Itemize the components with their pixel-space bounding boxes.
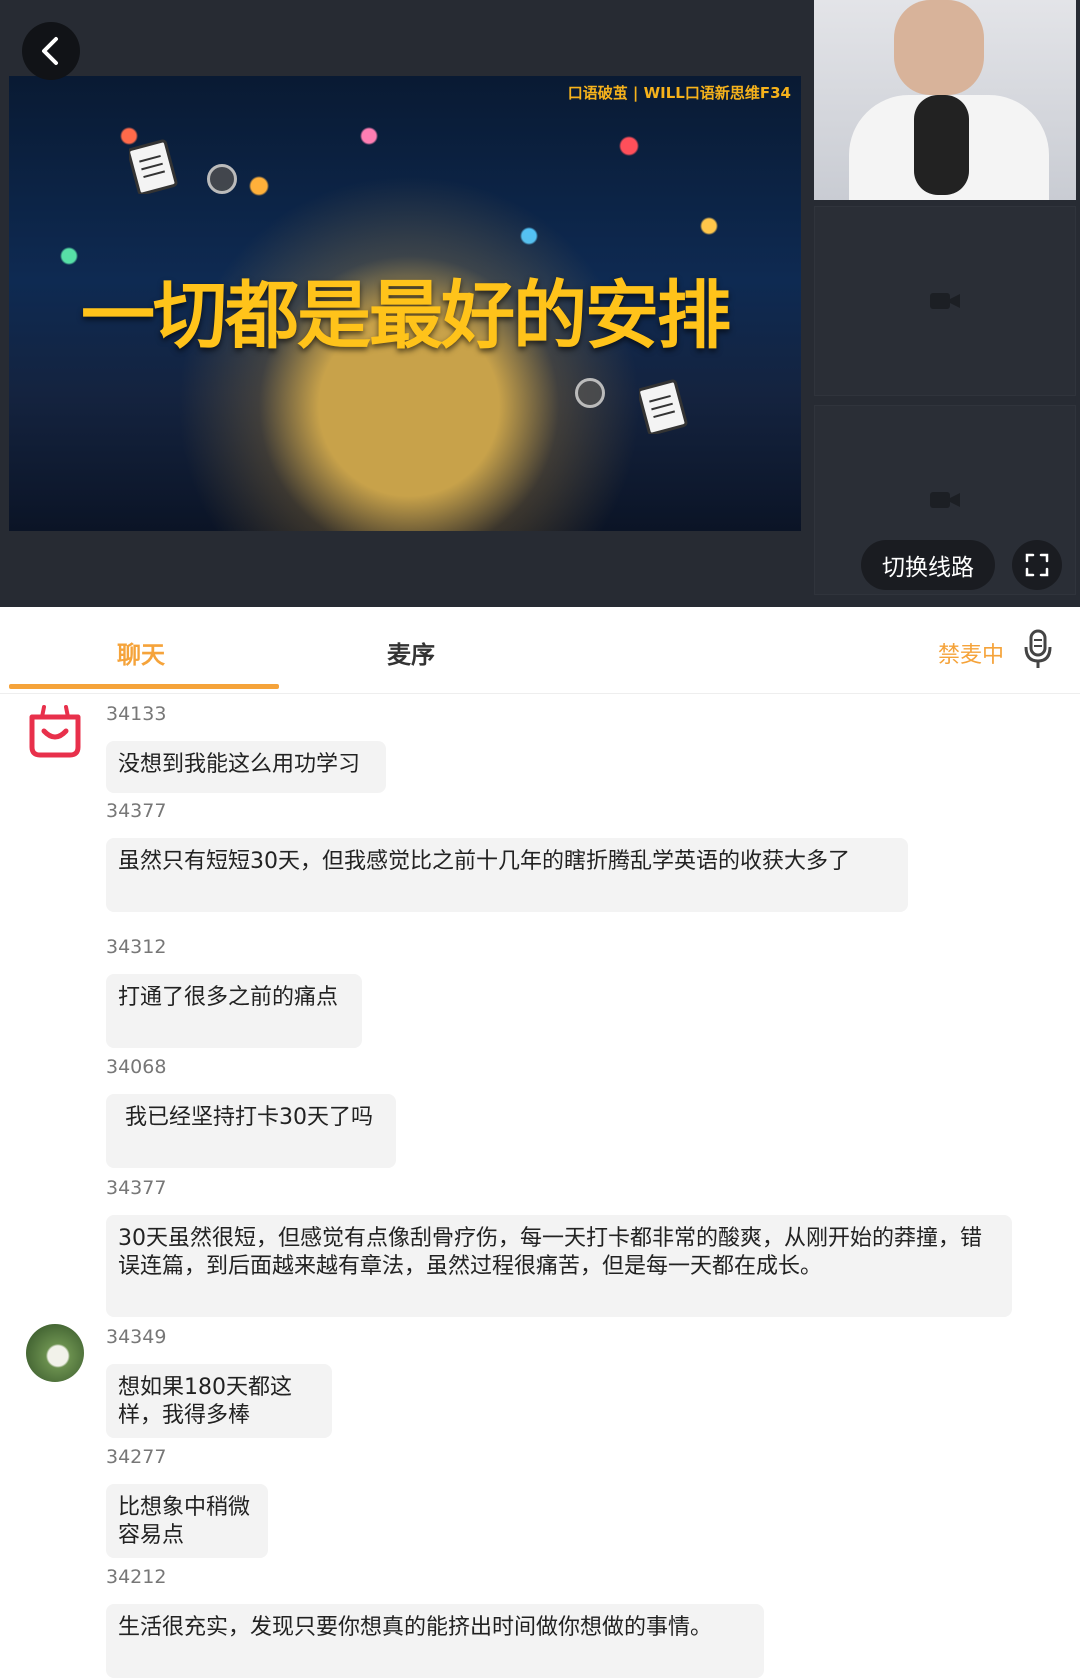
notepad-icon bbox=[129, 139, 178, 194]
microphone-icon[interactable] bbox=[1022, 629, 1054, 669]
fullscreen-icon bbox=[1025, 553, 1049, 577]
avatar[interactable] bbox=[26, 703, 84, 761]
message-bubble: 打通了很多之前的痛点 bbox=[106, 974, 362, 1048]
chat-list[interactable]: 34133 没想到我能这么用功学习 34377 虽然只有短短30天，但我感觉比之… bbox=[0, 693, 1080, 1678]
slide-logo: 口语破茧 | WILL口语新思维F34 bbox=[567, 84, 791, 102]
notepad-icon bbox=[639, 379, 688, 434]
video-slot[interactable] bbox=[814, 206, 1076, 396]
message-bubble: 生活很充实，发现只要你想真的能挤出时间做你想做的事情。 bbox=[106, 1604, 764, 1678]
record-dot-icon bbox=[207, 164, 237, 194]
slide-video[interactable]: 口语破茧 | WILL口语新思维F34 一切都是最好的安排 bbox=[9, 76, 801, 531]
message-username: 34212 bbox=[106, 1566, 167, 1588]
fullscreen-button[interactable] bbox=[1012, 540, 1062, 590]
mute-status: 禁麦中 bbox=[938, 643, 1005, 668]
active-tab-indicator bbox=[9, 684, 279, 689]
message-username: 34133 bbox=[106, 703, 167, 725]
message-bubble: 想如果180天都这样，我得多棒 bbox=[106, 1364, 332, 1438]
message-bubble: 我已经坚持打卡30天了吗 bbox=[106, 1094, 396, 1168]
slide-title: 一切都是最好的安排 bbox=[81, 273, 731, 359]
message-bubble: 比想象中稍微容易点 bbox=[106, 1484, 268, 1558]
shopping-bag-icon bbox=[29, 705, 81, 758]
tab-chat[interactable]: 聊天 bbox=[117, 635, 165, 670]
message-bubble: 虽然只有短短30天，但我感觉比之前十几年的瞎折腾乱学英语的收获大多了 bbox=[106, 838, 908, 912]
tab-mic-order[interactable]: 麦序 bbox=[387, 635, 435, 670]
message-bubble: 没想到我能这么用功学习 bbox=[106, 741, 386, 793]
message-username: 34312 bbox=[106, 936, 167, 958]
message-username: 34277 bbox=[106, 1446, 167, 1468]
record-dot-icon bbox=[575, 378, 605, 408]
back-button[interactable] bbox=[22, 22, 80, 80]
message-username: 34377 bbox=[106, 800, 167, 822]
avatar[interactable] bbox=[26, 1324, 84, 1382]
teacher-video[interactable] bbox=[814, 0, 1076, 200]
chevron-left-icon bbox=[42, 37, 58, 65]
video-area: 口语破茧 | WILL口语新思维F34 一切都是最好的安排 切换线路 bbox=[0, 0, 1080, 607]
message-bubble: 30天虽然很短，但感觉有点像刮骨疗伤，每一天打卡都非常的酸爽，从刚开始的莽撞，错… bbox=[106, 1215, 1012, 1317]
camera-icon bbox=[930, 293, 960, 309]
message-username: 34349 bbox=[106, 1326, 167, 1348]
tab-bar: 聊天 麦序 禁麦中 bbox=[0, 607, 1080, 694]
message-username: 34068 bbox=[106, 1056, 167, 1078]
switch-line-button[interactable]: 切换线路 bbox=[861, 540, 995, 590]
message-username: 34377 bbox=[106, 1177, 167, 1199]
camera-icon bbox=[930, 492, 960, 508]
